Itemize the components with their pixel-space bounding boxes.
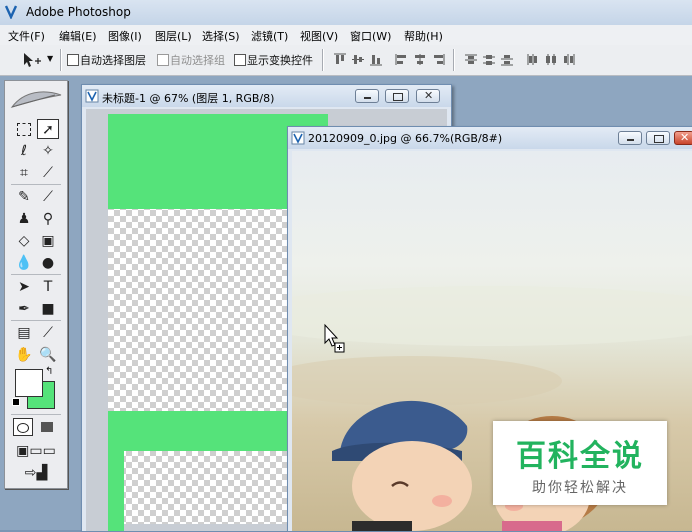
close-button[interactable]: ✕ [416, 89, 440, 103]
minimize-icon [364, 97, 371, 99]
quick-mask-mode-icon[interactable] [37, 418, 57, 436]
gradient-tool-icon[interactable]: ▣ [37, 231, 59, 251]
auto-select-group-label: 自动选择组 [170, 54, 225, 67]
eyedropper-tool-icon[interactable]: ⟋ [37, 323, 59, 343]
document-title: 未标题-1 @ 67% (图层 1, RGB/8) [102, 92, 275, 105]
slice-tool-icon[interactable]: ⟋ [37, 163, 59, 183]
align-left-icon[interactable] [395, 53, 409, 66]
zoom-tool-icon[interactable]: 🔍 [37, 345, 59, 365]
crop-tool-icon[interactable]: ⌗ [13, 163, 35, 183]
menu-filter[interactable]: 滤镜(T) [251, 28, 288, 44]
watermark-title: 百科全说 [516, 439, 644, 474]
distribute-right-icon[interactable] [562, 53, 576, 66]
photoshop-logo-icon [4, 5, 18, 19]
document-title: 20120909_0.jpg @ 66.7%(RGB/8#) [308, 132, 503, 145]
distribute-vcenter-icon[interactable] [482, 53, 496, 66]
menu-image[interactable]: 图像(I) [108, 28, 142, 44]
hand-tool-icon[interactable]: ✋ [13, 345, 35, 365]
distribute-hcenter-icon[interactable] [544, 53, 558, 66]
watermark-badge: 百科全说 助你轻松解决 [493, 421, 667, 505]
align-bottom-icon[interactable] [369, 53, 383, 66]
eraser-tool-icon[interactable]: ◇ [13, 231, 35, 251]
swap-colors-icon[interactable]: ↰ [45, 366, 53, 377]
menu-view[interactable]: 视图(V) [300, 28, 338, 44]
distribute-top-icon[interactable] [464, 53, 478, 66]
close-button[interactable]: ✕ [674, 131, 692, 145]
toolbox: ➚ ℓ ✧ ⌗ ⟋ ✎ ⟋ ♟ ⚲ ◇ ▣ 💧 ● ➤ T ✒ ■ ▤ ⟋ ✋ … [4, 80, 68, 489]
green-fill-left-strip [108, 451, 124, 531]
standard-mode-icon[interactable] [13, 418, 33, 436]
align-top-icon[interactable] [333, 53, 347, 66]
maximize-icon [393, 93, 403, 101]
menu-bar: 文件(F) 编辑(E) 图像(I) 图层(L) 选择(S) 滤镜(T) 视图(V… [0, 25, 692, 46]
close-icon: ✕ [680, 131, 690, 144]
divider [11, 274, 61, 275]
watermark-subtitle: 助你轻松解决 [532, 480, 628, 496]
document-title-bar: 20120909_0.jpg @ 66.7%(RGB/8#) ✕ [288, 127, 692, 149]
blur-tool-icon[interactable]: 💧 [13, 253, 35, 273]
history-brush-tool-icon[interactable]: ⚲ [37, 209, 59, 229]
notes-tool-icon[interactable]: ▤ [13, 323, 35, 343]
feather-logo-icon [10, 91, 62, 108]
menu-window[interactable]: 窗口(W) [350, 28, 391, 44]
auto-select-layer-checkbox[interactable] [67, 54, 79, 66]
menu-layer[interactable]: 图层(L) [155, 28, 192, 44]
close-icon: ✕ [424, 89, 434, 102]
lasso-tool-icon[interactable]: ℓ [13, 141, 35, 161]
auto-select-group-checkbox[interactable] [157, 54, 169, 66]
app-title: Adobe Photoshop [26, 5, 131, 19]
dodge-tool-icon[interactable]: ● [37, 253, 59, 273]
auto-select-layer-label: 自动选择图层 [80, 54, 146, 67]
brush-tool-icon[interactable]: ⟋ [37, 187, 59, 207]
foreground-color-swatch-top[interactable] [15, 369, 43, 397]
document-icon [291, 131, 305, 145]
minimize-button[interactable] [618, 131, 642, 145]
move-tool-icon[interactable]: ➚ [37, 119, 59, 139]
align-hcenter-icon[interactable] [413, 53, 427, 66]
menu-edit[interactable]: 编辑(E) [59, 28, 97, 44]
default-colors-icon[interactable] [12, 398, 20, 406]
title-bar: Adobe Photoshop [0, 0, 692, 26]
show-transform-checkbox[interactable] [234, 54, 246, 66]
distribute-left-icon[interactable] [526, 53, 540, 66]
distribute-bottom-icon[interactable] [500, 53, 514, 66]
clone-stamp-tool-icon[interactable]: ♟ [13, 209, 35, 229]
divider [11, 320, 61, 321]
path-selection-tool-icon[interactable]: ➤ [13, 277, 35, 297]
divider [60, 49, 62, 71]
document-icon [85, 89, 99, 103]
pen-tool-icon[interactable]: ✒ [13, 299, 35, 319]
align-right-icon[interactable] [431, 53, 445, 66]
screen-mode-icon[interactable]: ▣▭▭ [11, 441, 61, 459]
healing-brush-tool-icon[interactable]: ✎ [13, 187, 35, 207]
align-vcenter-icon[interactable] [351, 53, 365, 66]
show-transform-label: 显示变换控件 [247, 54, 313, 67]
shape-tool-icon[interactable]: ■ [37, 299, 59, 319]
maximize-icon [654, 135, 664, 143]
divider [322, 49, 324, 71]
minimize-button[interactable] [355, 89, 379, 103]
jump-to-imageready-icon[interactable]: ⇨▟ [11, 463, 61, 481]
minimize-icon [627, 139, 634, 141]
menu-select[interactable]: 选择(S) [202, 28, 240, 44]
move-tool-preset-icon[interactable] [22, 52, 44, 68]
marquee-tool-icon[interactable] [13, 119, 35, 139]
menu-file[interactable]: 文件(F) [8, 28, 45, 44]
chevron-down-icon[interactable]: ▼ [47, 54, 53, 63]
divider [11, 184, 61, 185]
type-tool-icon[interactable]: T [37, 277, 59, 297]
divider [453, 49, 455, 71]
maximize-button[interactable] [385, 89, 409, 103]
magic-wand-tool-icon[interactable]: ✧ [37, 141, 59, 161]
options-bar: ▼ 自动选择图层 自动选择组 显示变换控件 [0, 45, 692, 76]
divider [11, 414, 61, 415]
menu-help[interactable]: 帮助(H) [404, 28, 443, 44]
maximize-button[interactable] [646, 131, 670, 145]
document-title-bar: 未标题-1 @ 67% (图层 1, RGB/8) ✕ [82, 85, 451, 107]
drag-cursor-icon [324, 323, 345, 353]
